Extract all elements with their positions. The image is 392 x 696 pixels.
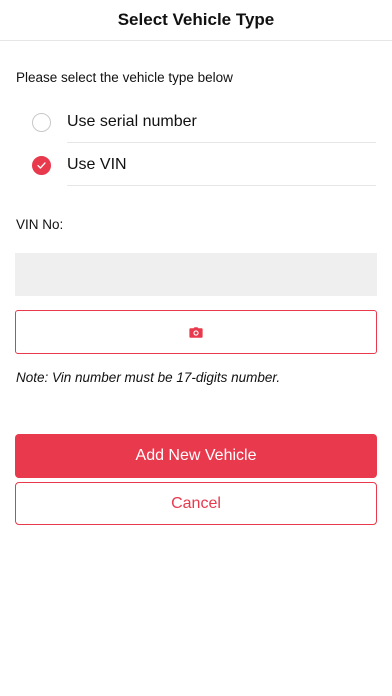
nav-bar: Select Vehicle Type — [0, 0, 392, 41]
option-row-divider: Use VIN — [67, 144, 376, 186]
camera-icon — [189, 326, 203, 338]
cancel-button[interactable]: Cancel — [15, 482, 377, 525]
option-vin-label: Use VIN — [67, 155, 127, 173]
vin-note: Note: Vin number must be 17-digits numbe… — [16, 370, 281, 385]
option-serial-number[interactable]: Use serial number — [30, 101, 376, 143]
add-new-vehicle-button[interactable]: Add New Vehicle — [15, 434, 377, 478]
page-title: Select Vehicle Type — [117, 10, 275, 29]
option-vin[interactable]: Use VIN — [30, 144, 376, 186]
vin-input[interactable] — [15, 253, 377, 296]
option-serial-number-label: Use serial number — [67, 112, 197, 130]
checkmark-icon — [37, 161, 46, 169]
vin-field-label: VIN No: — [16, 217, 64, 232]
option-row-divider: Use serial number — [67, 101, 376, 143]
vehicle-type-prompt: Please select the vehicle type below — [16, 70, 233, 85]
scan-vin-button[interactable] — [15, 310, 377, 354]
radio-serial-number[interactable] — [32, 112, 51, 132]
radio-vin[interactable] — [32, 155, 51, 175]
